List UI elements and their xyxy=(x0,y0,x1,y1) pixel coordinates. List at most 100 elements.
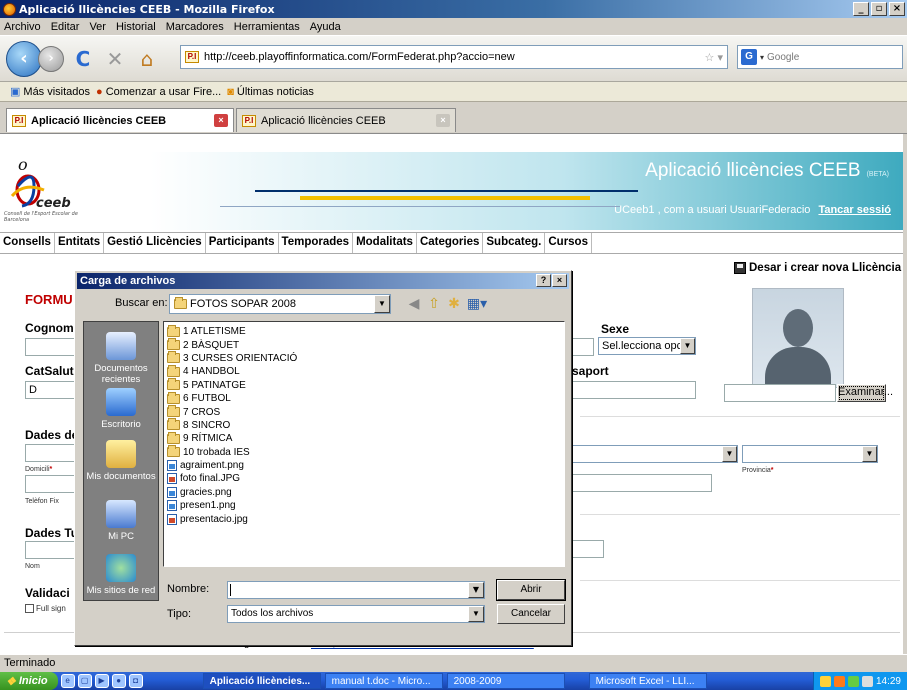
stop-icon[interactable]: ✕ xyxy=(102,47,128,71)
list-item[interactable]: 1 ATLETISME xyxy=(164,324,564,338)
look-in-select[interactable]: FOTOS SOPAR 2008 ▼ xyxy=(169,294,391,314)
photo-file-input[interactable] xyxy=(724,384,836,402)
sexe-select[interactable]: Sel.lecciona opc ▼ xyxy=(598,337,696,355)
task-firefox[interactable]: Aplicació llicències... xyxy=(202,673,321,689)
task-word[interactable]: manual t.doc - Micro... xyxy=(324,673,443,689)
list-item[interactable]: 2 BÀSQUET xyxy=(164,338,564,351)
reload-icon[interactable]: C xyxy=(70,47,96,71)
close-button[interactable]: × xyxy=(889,2,905,16)
menu-subcateg[interactable]: Subcateg. xyxy=(483,233,546,253)
region-select[interactable]: ▼ xyxy=(572,445,738,463)
menu-herramientas[interactable]: Herramientas xyxy=(234,21,300,33)
browse-button[interactable]: Examinar... xyxy=(837,384,893,402)
open-button[interactable]: Abrir xyxy=(496,579,566,601)
minimize-button[interactable]: _ xyxy=(853,2,869,16)
menu-archivo[interactable]: Archivo xyxy=(4,21,41,33)
provincia-select[interactable]: ▼ xyxy=(742,445,878,463)
bookmark-mas-visitados[interactable]: ▣ Más visitados xyxy=(10,85,90,99)
tab-close-icon[interactable]: × xyxy=(214,114,228,127)
place-my-pc[interactable]: Mi PC xyxy=(84,500,158,542)
list-item[interactable]: presentacio.jpg xyxy=(164,512,564,525)
bookmark-star-icon[interactable]: ☆ ▾ xyxy=(705,51,723,64)
back-button[interactable]: ‹ xyxy=(6,40,42,77)
save-new-license-button[interactable]: Desar i crear nova Llicència xyxy=(734,262,901,274)
quicklaunch-desktop-icon[interactable]: ▢ xyxy=(77,674,92,688)
clock: 14:29 xyxy=(875,675,901,687)
search-placeholder: Google xyxy=(767,51,800,63)
tab-second[interactable]: P.I Aplicació llicències CEEB × xyxy=(236,108,456,132)
menu-marcadores[interactable]: Marcadores xyxy=(166,21,224,33)
quicklaunch-ie-icon[interactable]: e xyxy=(60,674,75,688)
list-item[interactable]: 10 trobada IES xyxy=(164,445,564,459)
list-item[interactable]: presen1.png xyxy=(164,499,564,512)
place-network[interactable]: Mis sitios de red xyxy=(84,554,158,596)
menu-cursos[interactable]: Cursos xyxy=(545,233,592,253)
bookmark-comenzar[interactable]: ● Comenzar a usar Fire... xyxy=(96,86,221,98)
maximize-button[interactable]: ▫ xyxy=(871,2,887,16)
list-item[interactable]: gracies.png xyxy=(164,486,564,499)
list-item[interactable]: 3 CURSES ORIENTACIÓ xyxy=(164,351,564,365)
list-item[interactable]: 4 HANDBOL xyxy=(164,364,564,378)
tab-close-icon[interactable]: × xyxy=(436,114,450,127)
list-item[interactable]: 7 CROS xyxy=(164,405,564,418)
list-item[interactable]: 9 RÍTMICA xyxy=(164,431,564,445)
menu-gestio-llicencies[interactable]: Gestió Llicències xyxy=(104,233,206,253)
menu-participants[interactable]: Participants xyxy=(206,233,279,253)
task-folder[interactable]: 2008-2009 xyxy=(446,673,565,689)
view-menu-icon[interactable]: ▦▾ xyxy=(465,295,489,313)
dialog-close-button[interactable]: × xyxy=(552,274,567,287)
menu-entitats[interactable]: Entitats xyxy=(55,233,105,253)
passaport-input[interactable] xyxy=(572,381,696,399)
postal-input[interactable] xyxy=(572,474,712,492)
window-title-bar: Aplicació llicències CEEB - Mozilla Fire… xyxy=(0,0,907,18)
tray-icon[interactable] xyxy=(861,675,873,687)
menu-ayuda[interactable]: Ayuda xyxy=(310,21,341,33)
tray-icon[interactable] xyxy=(847,675,859,687)
url-bar[interactable]: P.I http://ceeb.playoffinformatica.com/F… xyxy=(180,45,728,69)
google-icon[interactable]: G xyxy=(741,49,757,65)
help-button[interactable]: ? xyxy=(536,274,551,287)
search-engine-dropdown-icon[interactable]: ▾ xyxy=(760,53,764,62)
back-arrow-icon[interactable]: ◀ xyxy=(405,295,423,313)
tray-icon[interactable] xyxy=(833,675,845,687)
up-folder-icon[interactable]: ⇧ xyxy=(425,295,443,313)
search-box[interactable]: G ▾ Google xyxy=(737,45,903,69)
quicklaunch-firefox-icon[interactable]: ● xyxy=(111,674,126,688)
tray-icon[interactable] xyxy=(819,675,831,687)
filename-input[interactable]: ▼ xyxy=(227,581,485,599)
menu-ver[interactable]: Ver xyxy=(89,21,106,33)
filetype-select[interactable]: Todos los archivos ▼ xyxy=(227,605,485,623)
menu-categories[interactable]: Categories xyxy=(417,233,484,253)
place-desktop[interactable]: Escritorio xyxy=(84,388,158,430)
tab-active[interactable]: P.I Aplicació llicències CEEB × xyxy=(6,108,234,132)
menu-historial[interactable]: Historial xyxy=(116,21,156,33)
tutor-side-input[interactable] xyxy=(572,540,604,558)
place-recent[interactable]: Documentos recientes xyxy=(84,332,158,385)
place-my-documents[interactable]: Mis documentos xyxy=(84,440,158,482)
chevron-down-icon[interactable]: ▼ xyxy=(468,582,484,598)
list-item[interactable]: 8 SINCRO xyxy=(164,418,564,432)
full-sign-checkbox[interactable]: Full sign xyxy=(25,604,66,614)
vertical-scrollbar[interactable] xyxy=(903,134,907,654)
menu-consells[interactable]: Consells xyxy=(0,233,55,253)
cancel-button[interactable]: Cancelar xyxy=(497,604,565,624)
menu-modalitats[interactable]: Modalitats xyxy=(353,233,417,253)
task-excel[interactable]: Microsoft Excel - LLI... xyxy=(588,673,707,689)
passaport-label: saport xyxy=(572,364,609,378)
forward-button[interactable]: › xyxy=(38,45,64,72)
list-item[interactable]: 6 FUTBOL xyxy=(164,391,564,405)
new-folder-icon[interactable]: ✱ xyxy=(445,295,463,313)
logout-link[interactable]: Tancar sessió xyxy=(818,204,891,216)
start-button[interactable]: ❖ Inicio xyxy=(0,672,58,690)
home-icon[interactable]: ⌂ xyxy=(134,47,160,71)
list-item[interactable]: 5 PATINATGE xyxy=(164,378,564,392)
window-title: Aplicació llicències CEEB - Mozilla Fire… xyxy=(19,2,275,16)
bookmark-ultimas-noticias[interactable]: ◙ Últimas noticias xyxy=(227,86,314,98)
list-item[interactable]: agraiment.png xyxy=(164,459,564,472)
quicklaunch-app-icon[interactable]: ◘ xyxy=(128,674,143,688)
quicklaunch-media-icon[interactable]: ▶ xyxy=(94,674,109,688)
menu-editar[interactable]: Editar xyxy=(51,21,80,33)
menu-temporades[interactable]: Temporades xyxy=(279,233,354,253)
side-input[interactable] xyxy=(572,338,594,356)
list-item[interactable]: foto final.JPG xyxy=(164,472,564,485)
